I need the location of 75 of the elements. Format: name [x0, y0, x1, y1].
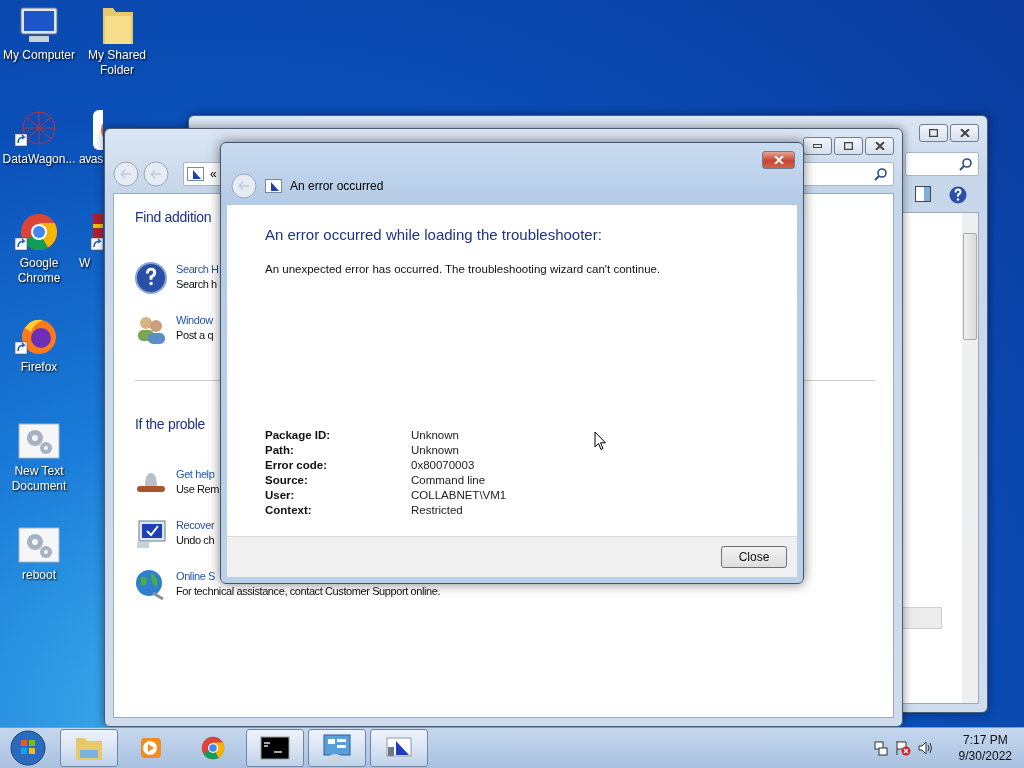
- error-message: An unexpected error has occurred. The troubleshooting wizard can't continue.: [265, 263, 662, 275]
- maximize-icon: [844, 142, 853, 150]
- close-button[interactable]: Close: [721, 546, 787, 568]
- desktop-icon-label: My Shared Folder: [87, 48, 147, 78]
- button-shape[interactable]: [902, 607, 942, 629]
- troubleshooter-icon: [187, 167, 204, 181]
- flag-icon[interactable]: [894, 740, 911, 756]
- monitor-icon: [135, 518, 167, 550]
- close-icon: [959, 129, 970, 137]
- troubleshooter-icon: [265, 179, 282, 193]
- search-icon: [874, 167, 887, 181]
- detail-value: Unknown: [411, 443, 459, 458]
- link-description: Search h: [176, 277, 217, 292]
- search-field[interactable]: [905, 152, 979, 176]
- minimize-icon: [813, 144, 822, 148]
- detail-label: Context:: [265, 503, 312, 518]
- help-link[interactable]: Get help: [176, 467, 215, 482]
- scrollbar-thumb[interactable]: [963, 233, 977, 340]
- detail-value: Command line: [411, 473, 486, 488]
- desktop-icon-label: New Text Document: [10, 464, 68, 494]
- close-button[interactable]: [950, 124, 979, 142]
- detail-label: Package ID:: [265, 428, 331, 443]
- clock-time: 7:17 PM: [962, 732, 1008, 748]
- link-description: Post a q: [176, 328, 214, 343]
- detail-label: User:: [265, 488, 295, 503]
- section-heading: Find addition: [135, 208, 212, 226]
- command-prompt-icon: [260, 736, 290, 760]
- mouse-cursor-icon: [594, 431, 607, 451]
- desktop-icon-label: Google Chrome: [16, 256, 62, 286]
- maximize-icon: [929, 129, 938, 137]
- close-icon: [874, 142, 885, 150]
- network-icon[interactable]: [872, 740, 889, 756]
- detail-label: Source:: [265, 473, 308, 488]
- clock[interactable]: 7:17 PM 9/30/2022: [958, 732, 1012, 764]
- link-description: For technical assistance, contact Customer Support online.: [176, 584, 441, 599]
- help-icon: [135, 262, 167, 294]
- start-button[interactable]: [8, 728, 48, 768]
- taskbar-button[interactable]: [370, 729, 428, 767]
- detail-value: Restricted: [411, 503, 463, 518]
- help-link[interactable]: Window: [176, 313, 213, 328]
- media-player-icon: [138, 735, 164, 761]
- link-description: Undo ch: [176, 533, 215, 548]
- help-icon[interactable]: [949, 186, 967, 204]
- dialog-title: An error occurred: [290, 179, 384, 193]
- detail-label: Path:: [265, 443, 294, 458]
- desktop-icon-label: Firefox: [19, 360, 59, 375]
- desktop-icon-label: DataWagon...: [1, 152, 77, 167]
- detail-value: Unknown: [411, 428, 459, 443]
- address-chevron[interactable]: «: [210, 167, 217, 181]
- minimize-button[interactable]: [803, 137, 832, 155]
- detail-value: 0x80070003: [411, 458, 475, 473]
- detail-label: Error code:: [265, 458, 327, 473]
- section-heading: If the proble: [135, 415, 206, 433]
- speaker-icon[interactable]: [916, 740, 933, 756]
- close-button[interactable]: [865, 137, 894, 155]
- clock-date: 9/30/2022: [958, 748, 1012, 764]
- control-panel-icon: [322, 733, 352, 763]
- taskbar-button[interactable]: [246, 729, 304, 767]
- help-link[interactable]: Online S: [176, 569, 215, 584]
- close-icon: [773, 156, 784, 164]
- detail-value: COLLABNET\VM1: [411, 488, 507, 503]
- desktop-icon-label: My Computer: [2, 48, 76, 63]
- maximize-button[interactable]: [919, 124, 948, 142]
- help-link[interactable]: Recover: [176, 518, 215, 533]
- link-description: Use Rem: [176, 482, 220, 497]
- help-link[interactable]: Search H: [176, 262, 219, 277]
- desktop-icon-label: W: [79, 256, 90, 271]
- preview-pane-icon[interactable]: [915, 186, 931, 202]
- scrollbar[interactable]: [962, 213, 978, 703]
- close-button[interactable]: [762, 151, 795, 169]
- search-icon: [959, 157, 972, 171]
- desktop-icon-label: reboot: [21, 568, 57, 583]
- maximize-button[interactable]: [834, 137, 863, 155]
- error-heading: An error occurred while loading the troubleshooter:: [265, 226, 603, 244]
- desktop-icon-label: avas: [79, 152, 103, 167]
